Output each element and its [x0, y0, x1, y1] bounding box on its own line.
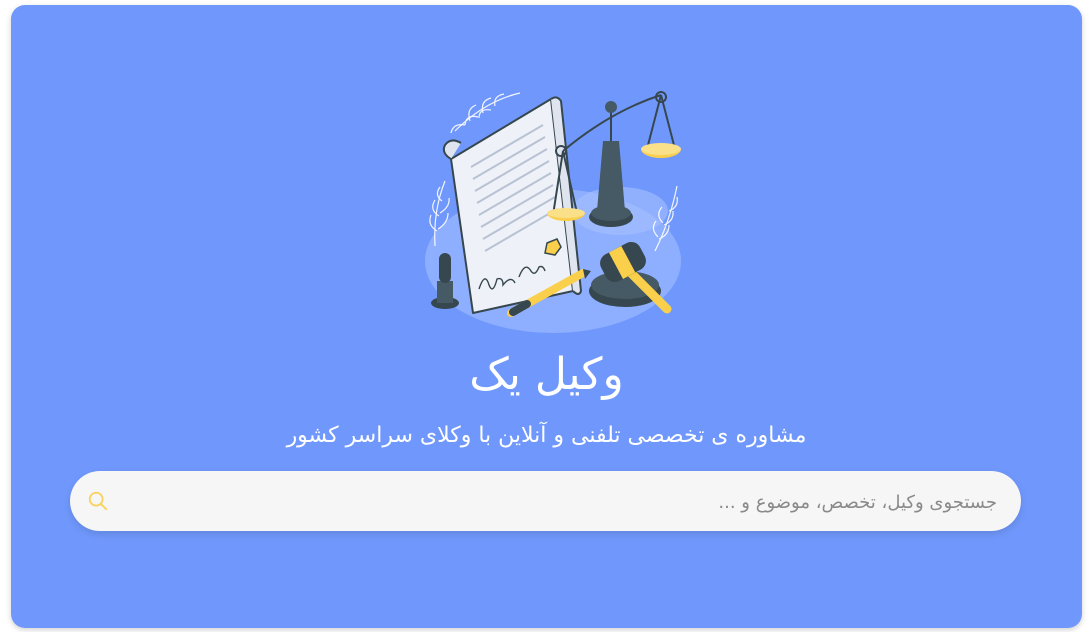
search-icon[interactable] [87, 490, 109, 512]
site-title: وکیل یک [469, 349, 624, 400]
hero-banner: وکیل یک مشاوره ی تخصصی تلفنی و آنلاین با… [11, 5, 1082, 628]
legal-scales-illustration [425, 91, 681, 333]
search-input[interactable] [135, 471, 999, 533]
search-bar[interactable] [70, 471, 1021, 533]
site-subtitle: مشاوره ی تخصصی تلفنی و آنلاین با وکلای س… [286, 423, 807, 448]
